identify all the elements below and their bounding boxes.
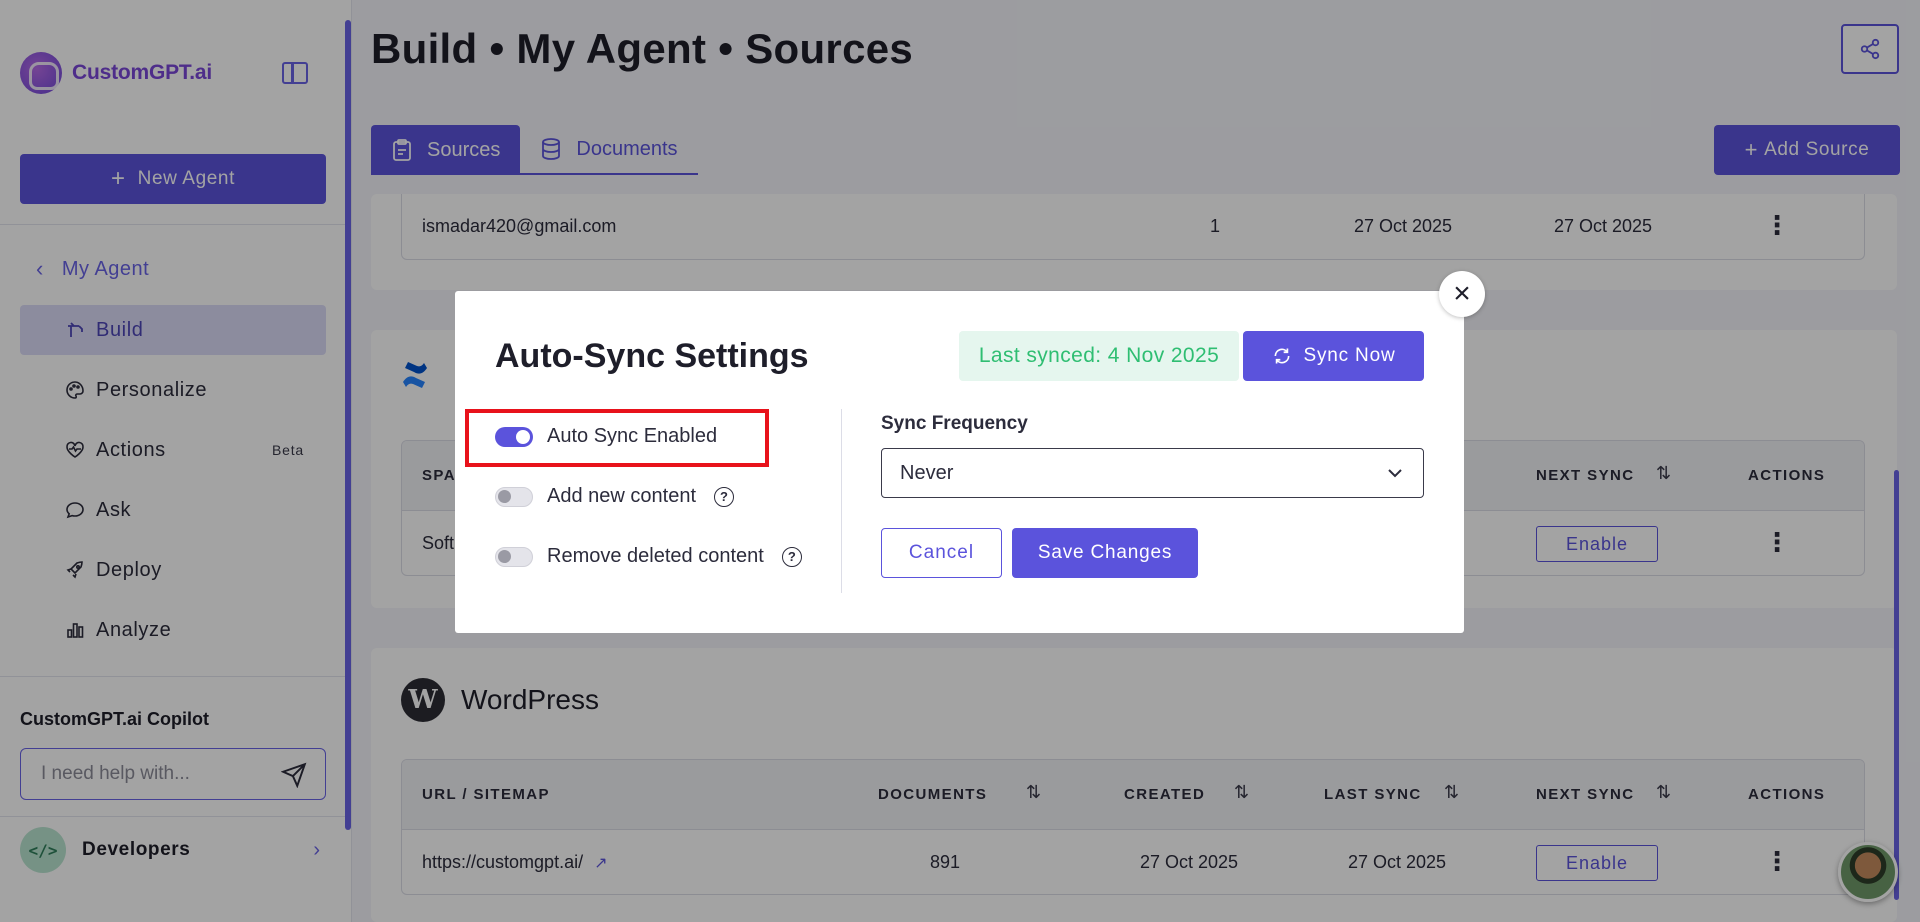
auto-sync-settings-modal: Auto-Sync Settings Last synced: 4 Nov 20…	[455, 291, 1464, 633]
remove-deleted-content-toggle-row[interactable]: Remove deleted content ?	[495, 545, 802, 568]
toggle-label: Add new content	[547, 485, 696, 507]
sync-frequency-select[interactable]: Never	[881, 448, 1424, 498]
help-icon[interactable]: ?	[714, 486, 734, 507]
close-icon[interactable]: ×	[1439, 271, 1485, 317]
auto-sync-toggle-row[interactable]: Auto Sync Enabled	[495, 425, 717, 448]
toggle-label: Auto Sync Enabled	[547, 425, 718, 447]
toggle-label: Remove deleted content	[547, 545, 764, 567]
last-synced-badge: Last synced: 4 Nov 2025	[959, 331, 1239, 381]
auto-sync-switch[interactable]	[495, 426, 533, 447]
save-changes-button[interactable]: Save Changes	[1012, 528, 1198, 578]
sync-frequency-label: Sync Frequency	[881, 413, 1028, 434]
sync-frequency-value: Never	[900, 461, 954, 484]
remove-deleted-content-switch[interactable]	[495, 546, 533, 567]
modal-title: Auto-Sync Settings	[495, 337, 809, 375]
add-new-content-toggle-row[interactable]: Add new content ?	[495, 485, 734, 508]
modal-divider	[841, 409, 842, 593]
refresh-icon	[1274, 348, 1290, 364]
sync-now-label: Sync Now	[1303, 345, 1396, 366]
add-new-content-switch[interactable]	[495, 486, 533, 507]
cancel-button[interactable]: Cancel	[881, 528, 1002, 578]
sync-now-button[interactable]: Sync Now	[1243, 331, 1424, 381]
chevron-down-icon	[1388, 469, 1402, 478]
help-icon[interactable]: ?	[781, 546, 802, 567]
